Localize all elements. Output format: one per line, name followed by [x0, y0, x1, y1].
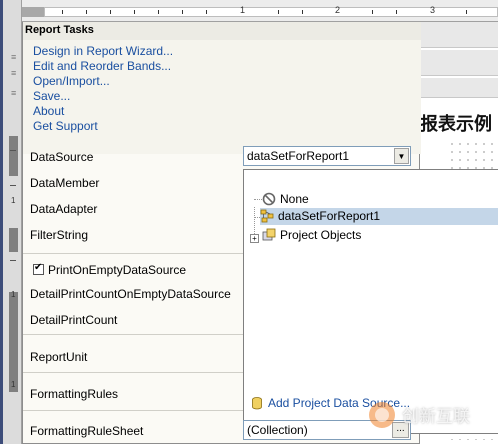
- grip-icon: ≡: [11, 52, 16, 62]
- divider: [23, 372, 243, 373]
- panel-title: Report Tasks: [25, 24, 94, 36]
- ruler-number: 1: [240, 5, 246, 15]
- detail-count-label: DetailPrintCount: [30, 313, 118, 327]
- report-tasks-panel: Report Tasks Design in Report Wizard... …: [22, 22, 498, 444]
- horizontal-ruler: 1 2 3: [22, 0, 498, 22]
- panel-header: Report Tasks: [23, 22, 421, 40]
- report-band[interactable]: [420, 50, 498, 76]
- ruler-margin: [22, 7, 44, 17]
- datamember-label: DataMember: [30, 176, 100, 190]
- report-unit-label: ReportUnit: [30, 350, 88, 364]
- ruler-tick: [396, 10, 397, 14]
- tree-item-label: None: [280, 192, 309, 206]
- ruler-band-marker: [9, 136, 18, 176]
- ruler-tick: [278, 10, 279, 14]
- none-icon: [262, 192, 276, 206]
- tree-item-label: dataSetForReport1: [278, 209, 381, 223]
- open-import-link[interactable]: Open/Import...: [33, 74, 110, 89]
- ruler-number: 3: [430, 5, 436, 15]
- chevron-down-icon[interactable]: ▼: [394, 148, 409, 164]
- watermark-text: 创新互联: [402, 407, 470, 427]
- dataset-icon: [260, 209, 274, 223]
- save-link[interactable]: Save...: [33, 89, 70, 104]
- datasource-dropdown: None dataSetForReport1 + Project Objects…: [243, 169, 498, 434]
- ruler-tick: [466, 10, 467, 14]
- ruler-tick: [10, 150, 16, 151]
- divider: [23, 410, 243, 411]
- divider: [23, 334, 243, 335]
- add-datasource-icon: [252, 397, 262, 410]
- ruler-number: 1: [11, 380, 16, 389]
- watermark-emblem-icon: [369, 402, 395, 428]
- detail-count-empty-label: DetailPrintCountOnEmptyDataSource: [30, 287, 231, 301]
- report-band[interactable]: [420, 78, 498, 98]
- about-link[interactable]: About: [33, 104, 64, 119]
- vertical-ruler: ≡ ≡ ≡ 1 1 1: [0, 0, 22, 444]
- formatting-rule-sheet-label: FormattingRuleSheet: [30, 424, 144, 438]
- divider: [23, 253, 243, 254]
- ruler-tick: [86, 10, 87, 14]
- datasource-value: dataSetForReport1: [247, 149, 350, 163]
- filterstring-label: FilterString: [30, 228, 89, 242]
- grip-icon: ≡: [11, 88, 16, 98]
- ruler-number: 1: [11, 290, 16, 299]
- tree-item-project-objects[interactable]: Project Objects: [262, 227, 361, 244]
- project-objects-icon: [262, 228, 276, 241]
- ruler-tick: [62, 10, 63, 14]
- design-wizard-link[interactable]: Design in Report Wizard...: [33, 44, 173, 59]
- ruler-number: 2: [335, 5, 341, 15]
- print-on-empty-label[interactable]: PrintOnEmptyDataSource: [48, 263, 186, 277]
- grip-icon: ≡: [11, 68, 16, 78]
- tree-item-none[interactable]: None: [262, 191, 309, 208]
- ruler-band-marker: [9, 292, 18, 392]
- tree-item-dataset[interactable]: dataSetForReport1: [260, 208, 498, 225]
- get-support-link[interactable]: Get Support: [33, 119, 98, 134]
- ruler-edge: [0, 0, 3, 444]
- ruler-tick: [110, 10, 111, 14]
- ruler-band-marker: [9, 228, 18, 252]
- report-title-label[interactable]: 报表示例: [420, 110, 492, 136]
- datasource-combobox[interactable]: dataSetForReport1 ▼: [243, 146, 411, 166]
- datasource-label: DataSource: [30, 150, 94, 164]
- ruler-tick: [302, 10, 303, 14]
- formatting-rule-sheet-value: (Collection): [247, 423, 308, 437]
- ruler-tick: [372, 10, 373, 14]
- ruler-number: 1: [11, 196, 16, 205]
- print-on-empty-checkbox[interactable]: [33, 262, 44, 275]
- ruler-tick: [134, 10, 135, 14]
- ruler-tick: [10, 260, 16, 261]
- dataadapter-label: DataAdapter: [30, 202, 98, 216]
- ruler-tick: [182, 10, 183, 14]
- expand-icon[interactable]: +: [250, 234, 259, 243]
- formatting-rules-label: FormattingRules: [30, 387, 119, 401]
- edit-bands-link[interactable]: Edit and Reorder Bands...: [33, 59, 171, 74]
- tree-line: [254, 199, 262, 200]
- ruler-tick: [158, 10, 159, 14]
- ruler-tick: [206, 10, 207, 14]
- tree-item-label: Project Objects: [280, 228, 362, 242]
- report-band[interactable]: [420, 22, 498, 48]
- ruler-tick: [10, 185, 16, 186]
- watermark-logo: 创新互联: [362, 396, 498, 434]
